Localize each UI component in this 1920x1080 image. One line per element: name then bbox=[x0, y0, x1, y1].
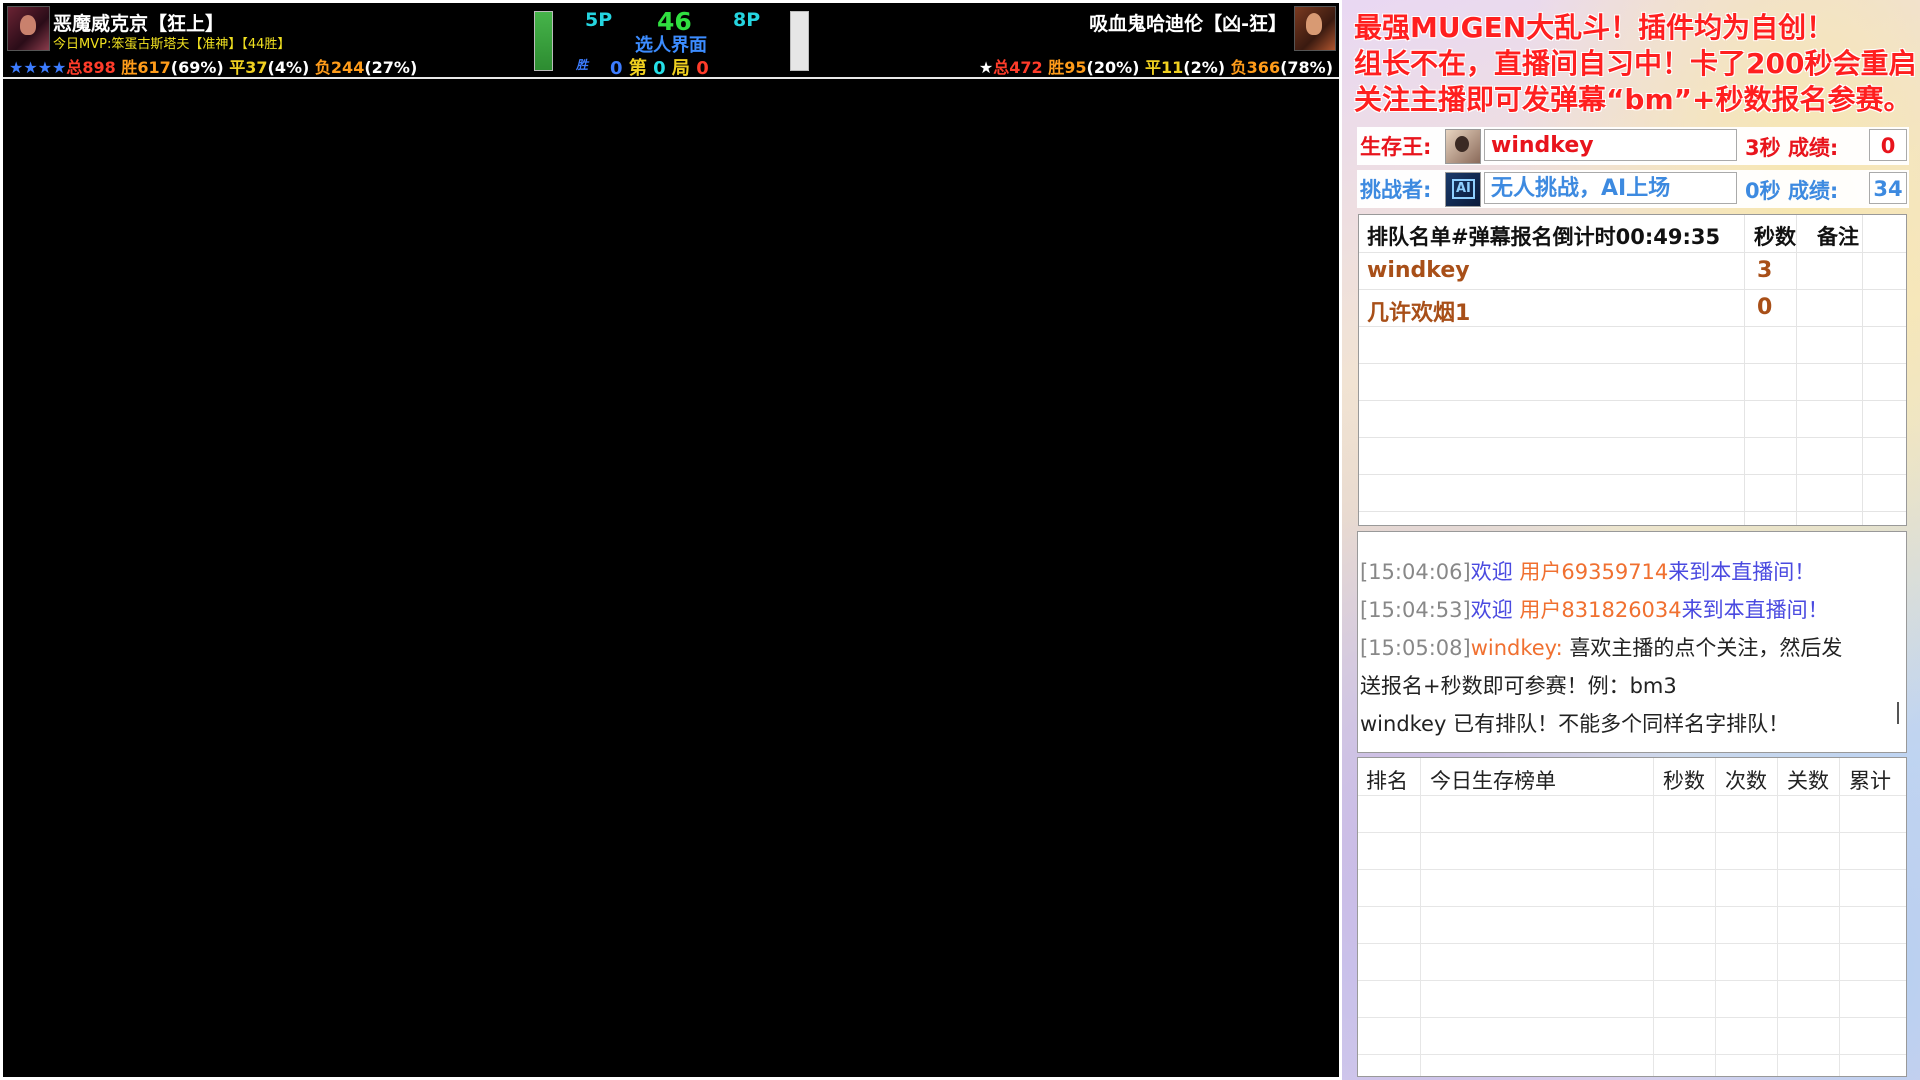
ranking-empty-row bbox=[1358, 869, 1906, 907]
p1-total: 总898 bbox=[66, 58, 116, 77]
chat-line: [15:04:06]欢迎 用户69359714来到本直播间！ bbox=[1360, 560, 1816, 584]
p2-stars: ★ bbox=[978, 58, 994, 77]
ranking-empty-row bbox=[1358, 795, 1906, 833]
p2-losses: 负366 bbox=[1230, 58, 1281, 77]
queue-header-note: 备注 bbox=[1817, 225, 1859, 249]
round-suffix: 局 bbox=[671, 58, 690, 79]
challenger-name-field: 无人挑战，AI上场 bbox=[1484, 172, 1737, 204]
p1-draws-pct: (4%) bbox=[267, 58, 310, 77]
p2-total: 总472 bbox=[993, 58, 1043, 77]
queue-row-name: windkey bbox=[1367, 258, 1470, 283]
win-label: 胜 bbox=[576, 58, 589, 72]
ranking-header-seconds: 秒数 bbox=[1663, 769, 1705, 793]
queue-row[interactable]: windkey 3 bbox=[1359, 252, 1906, 290]
left-slot-label: 5P bbox=[585, 9, 613, 31]
p1-losses-pct: (27%) bbox=[364, 58, 418, 77]
queue-row-name: 几许欢烟1 bbox=[1367, 301, 1471, 326]
ranking-header-count: 次数 bbox=[1725, 769, 1767, 793]
queue-row-seconds: 0 bbox=[1757, 295, 1773, 320]
challenger-score: 34 bbox=[1869, 172, 1907, 204]
queue-row[interactable]: 几许欢烟1 0 bbox=[1359, 289, 1906, 327]
daily-ranking-table: 排名 今日生存榜单 秒数 次数 关数 累计 bbox=[1357, 757, 1907, 1077]
p1-wins: 胜617 bbox=[121, 58, 171, 77]
ai-avatar bbox=[1445, 172, 1481, 207]
queue-empty-row bbox=[1359, 326, 1906, 364]
ranking-empty-row bbox=[1358, 906, 1906, 944]
queue-empty-row bbox=[1359, 400, 1906, 438]
challenger-label: 挑战者: bbox=[1360, 178, 1432, 202]
queue-row-seconds: 3 bbox=[1757, 258, 1773, 283]
hud-divider bbox=[3, 77, 1339, 79]
left-wins: 0 bbox=[610, 58, 623, 79]
chat-line: windkey 已有排队！不能多个同样名字排队！ bbox=[1360, 712, 1790, 736]
p1-name: 恶魔威克京【狂上】 bbox=[53, 13, 225, 35]
ranking-header-stages: 关数 bbox=[1787, 769, 1829, 793]
round-prefix: 第 bbox=[628, 58, 647, 79]
mvp-label: 今日MVP:笨蛋古斯塔夫【准神】【44胜】 bbox=[53, 37, 291, 52]
king-avatar bbox=[1445, 129, 1481, 164]
queue-empty-row bbox=[1359, 437, 1906, 475]
survival-king-label: 生存王: bbox=[1360, 135, 1432, 159]
side-panel: 最强MUGEN大乱斗！插件均为自创！ 组长不在，直播间自习中！卡了200秒会重启… bbox=[1342, 0, 1920, 1080]
p2-draws-pct: (2%) bbox=[1183, 58, 1226, 77]
p2-wins: 胜95 bbox=[1048, 58, 1087, 77]
p1-losses: 负244 bbox=[314, 58, 365, 77]
p2-stats: ★总472 胜95(20%) 平11(2%) 负366(78%) bbox=[979, 54, 1333, 78]
chat-line: [15:05:08]windkey: 喜欢主播的点个关注，然后发 bbox=[1360, 636, 1843, 660]
chat-line: [15:04:53]欢迎 用户831826034来到本直播间！ bbox=[1360, 598, 1829, 622]
ranking-empty-row bbox=[1358, 980, 1906, 1018]
p1-stars: ★★★★ bbox=[9, 58, 67, 77]
queue-header-name: 排队名单#弹幕报名倒计时00:49:35 bbox=[1367, 225, 1721, 249]
p1-stats: ★★★★总898 胜617(69%) 平37(4%) 负244(27%) bbox=[9, 54, 417, 78]
right-wins: 0 bbox=[696, 58, 709, 79]
chat-line: 送报名+秒数即可参赛！例：bm3 bbox=[1360, 674, 1677, 698]
ranking-empty-row bbox=[1358, 832, 1906, 870]
queue-empty-row bbox=[1359, 474, 1906, 512]
ranking-empty-row bbox=[1358, 1017, 1906, 1055]
ranking-header-list: 今日生存榜单 bbox=[1430, 769, 1556, 793]
king-seconds: 3秒 成绩: bbox=[1745, 136, 1839, 160]
banner-line-3: 关注主播即可发弹幕“bm”+秒数报名参赛。 bbox=[1354, 83, 1912, 116]
p2-draws: 平11 bbox=[1145, 58, 1184, 77]
challenger-seconds: 0秒 成绩: bbox=[1745, 179, 1839, 203]
queue-table: 排队名单#弹幕报名倒计时00:49:35 秒数 备注 windkey 3 几许欢… bbox=[1358, 214, 1907, 526]
p2-portrait bbox=[1294, 6, 1336, 51]
queue-header-row: 排队名单#弹幕报名倒计时00:49:35 秒数 备注 bbox=[1359, 215, 1906, 253]
queue-empty-row bbox=[1359, 363, 1906, 401]
p2-power-bar bbox=[790, 11, 809, 71]
ranking-header-row: 排名 今日生存榜单 秒数 次数 关数 累计 bbox=[1358, 758, 1906, 796]
p2-wins-pct: (20%) bbox=[1086, 58, 1140, 77]
king-score: 0 bbox=[1869, 129, 1907, 161]
ranking-header-total: 累计 bbox=[1849, 769, 1891, 793]
round-number: 0 bbox=[653, 58, 666, 79]
banner-line-1: 最强MUGEN大乱斗！插件均为自创！ bbox=[1354, 11, 1835, 44]
king-name-field: windkey bbox=[1484, 129, 1737, 161]
queue-header-seconds: 秒数 bbox=[1754, 225, 1796, 249]
p1-power-bar bbox=[534, 11, 553, 71]
ranking-header-rank: 排名 bbox=[1366, 769, 1408, 793]
p1-wins-pct: (69%) bbox=[170, 58, 224, 77]
p2-losses-pct: (78%) bbox=[1280, 58, 1333, 77]
p1-portrait bbox=[7, 6, 50, 51]
ranking-empty-row bbox=[1358, 943, 1906, 981]
banner-line-2: 组长不在，直播间自习中！卡了200秒会重启 bbox=[1354, 47, 1917, 80]
challenger-row: 挑战者: 无人挑战，AI上场 0秒 成绩: 34 bbox=[1357, 170, 1909, 208]
chat-scrollbar[interactable] bbox=[1897, 702, 1899, 724]
chat-log[interactable]: [15:04:06]欢迎 用户69359714来到本直播间！ [15:04:53… bbox=[1357, 531, 1907, 753]
game-screen: 恶魔威克京【狂上】 今日MVP:笨蛋古斯塔夫【准神】【44胜】 ★★★★总898… bbox=[3, 3, 1339, 1077]
game-area: 恶魔威克京【狂上】 今日MVP:笨蛋古斯塔夫【准神】【44胜】 ★★★★总898… bbox=[0, 0, 1342, 1080]
right-slot-label: 8P bbox=[733, 9, 761, 31]
p1-draws: 平37 bbox=[229, 58, 268, 77]
survival-king-row: 生存王: windkey 3秒 成绩: 0 bbox=[1357, 127, 1909, 165]
p2-name: 吸血鬼哈迪伦【凶-狂】 bbox=[1089, 13, 1287, 35]
